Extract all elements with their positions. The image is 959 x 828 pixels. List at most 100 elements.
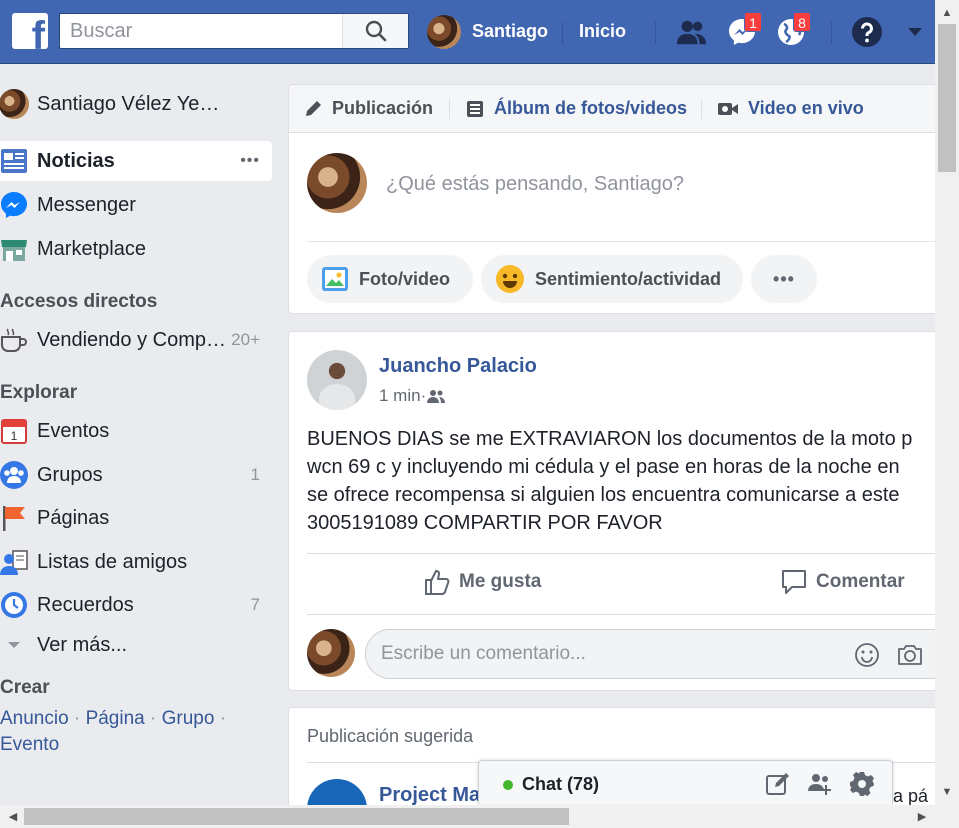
create-page-link[interactable]: Página xyxy=(86,708,145,729)
user-avatar xyxy=(307,153,367,213)
messenger-icon[interactable]: 1 xyxy=(726,12,762,48)
messenger-badge: 1 xyxy=(744,12,762,32)
comment-input[interactable] xyxy=(366,630,826,678)
sidebar-item-label: Grupos xyxy=(37,463,103,486)
memories-icon xyxy=(0,589,30,621)
create-event-link[interactable]: Evento xyxy=(0,734,59,755)
memories-count: 7 xyxy=(250,595,260,614)
chevron-down-icon xyxy=(0,629,30,661)
search-button[interactable] xyxy=(342,14,408,48)
author-avatar[interactable] xyxy=(307,350,367,410)
post-timestamp[interactable]: 1 min xyxy=(379,386,421,406)
vertical-scroll-thumb[interactable] xyxy=(938,24,956,172)
sidebar-item-noticias[interactable]: Noticias ••• xyxy=(0,141,272,181)
vertical-scrollbar[interactable]: ▲ ▼ xyxy=(935,0,959,805)
sidebar-item-label: Eventos xyxy=(37,419,110,442)
chat-bar[interactable]: Chat (78) xyxy=(478,760,893,804)
facebook-logo-icon[interactable]: f xyxy=(12,13,48,49)
more-options-button[interactable]: ••• xyxy=(751,255,817,303)
scrollbar-corner xyxy=(935,805,959,828)
divider xyxy=(831,22,832,44)
sidebar-item-paginas[interactable]: Páginas xyxy=(0,498,272,538)
search-input[interactable] xyxy=(60,14,342,48)
home-link[interactable]: Inicio xyxy=(579,21,626,42)
suggested-page-name[interactable]: Project Ma xyxy=(379,784,480,807)
sidebar-item-label: Listas de amigos xyxy=(37,550,188,573)
camera-icon[interactable] xyxy=(896,642,924,668)
sidebar-item-listas-de-amigos[interactable]: Listas de amigos xyxy=(0,542,272,582)
comment-icon xyxy=(782,570,806,594)
search-box xyxy=(59,13,409,49)
tab-video-en-vivo[interactable]: Video en vivo xyxy=(717,98,864,119)
sidebar-profile-name: Santiago Vélez Ye… xyxy=(37,92,220,115)
dropdown-arrow-icon[interactable] xyxy=(899,16,931,48)
sidebar-profile[interactable]: Santiago Vélez Ye… xyxy=(0,84,272,124)
scroll-left-arrow-icon[interactable]: ◀ xyxy=(2,805,24,828)
divider xyxy=(655,22,656,44)
svg-text:1: 1 xyxy=(11,429,18,443)
pencil-icon xyxy=(306,100,321,116)
top-navigation-bar: f Santiago Inicio 1 8 xyxy=(0,0,935,64)
explore-heading: Explorar xyxy=(0,382,78,403)
groups-icon xyxy=(0,459,30,491)
scroll-down-arrow-icon[interactable]: ▼ xyxy=(935,781,959,803)
feed-post: Juancho Palacio 1 min · BUENOS DIAS se m… xyxy=(288,331,959,691)
tab-album[interactable]: Álbum de fotos/videos xyxy=(465,98,687,119)
post-text-line: 3005191089 COMPARTIR POR FAVOR xyxy=(307,512,663,534)
coffee-cup-icon xyxy=(0,324,30,356)
horizontal-scroll-thumb[interactable] xyxy=(24,808,569,825)
composer-prompt[interactable]: ¿Qué estás pensando, Santiago? xyxy=(386,173,684,196)
user-avatar[interactable] xyxy=(427,15,461,49)
post-composer: Publicación Álbum de fotos/videos Video … xyxy=(288,84,948,314)
chat-label: Chat (78) xyxy=(522,774,600,794)
notifications-badge: 8 xyxy=(793,12,811,32)
user-avatar xyxy=(307,629,355,677)
create-heading: Crear xyxy=(0,677,50,698)
sidebar-item-label: Messenger xyxy=(37,193,136,216)
emoji-icon[interactable] xyxy=(854,642,880,668)
sidebar-item-label: Vendiendo y Comp… xyxy=(37,328,227,351)
photo-video-button[interactable]: Foto/video xyxy=(307,255,473,303)
feeling-activity-button[interactable]: Sentimiento/actividad xyxy=(481,255,743,303)
create-ad-link[interactable]: Anuncio xyxy=(0,708,69,729)
comment-button[interactable]: Comentar xyxy=(780,568,905,596)
search-icon xyxy=(365,20,386,42)
post-text-line: wcn 69 c y incluyendo mi cédula y el pas… xyxy=(307,456,900,478)
composer-tabs: Publicación Álbum de fotos/videos Video … xyxy=(289,85,947,133)
gear-icon[interactable] xyxy=(849,771,875,797)
sidebar-item-label: Páginas xyxy=(37,506,110,529)
create-group-link[interactable]: Grupo xyxy=(162,708,215,729)
horizontal-scrollbar[interactable]: ◀ ▶ xyxy=(0,805,935,828)
friends-audience-icon xyxy=(427,390,446,403)
smiley-icon xyxy=(495,264,525,294)
sidebar-item-recuerdos[interactable]: Recuerdos 7 xyxy=(0,585,272,625)
groups-count: 1 xyxy=(250,465,260,484)
divider xyxy=(307,553,947,554)
new-message-icon[interactable] xyxy=(765,771,791,797)
create-group-icon[interactable] xyxy=(806,771,834,797)
profile-link[interactable]: Santiago xyxy=(472,21,548,42)
more-options-icon[interactable]: ••• xyxy=(240,152,260,170)
comment-box xyxy=(365,629,959,679)
user-avatar xyxy=(0,88,30,120)
help-icon[interactable] xyxy=(851,16,883,48)
divider xyxy=(307,241,947,242)
video-camera-icon xyxy=(718,102,738,115)
globe-icon[interactable]: 8 xyxy=(775,12,811,48)
tab-publicacion[interactable]: Publicación xyxy=(303,98,433,119)
post-body: BUENOS DIAS se me EXTRAVIARON los docume… xyxy=(307,425,947,537)
sidebar-item-marketplace[interactable]: Marketplace xyxy=(0,229,272,269)
calendar-icon: 1 xyxy=(0,415,30,447)
see-more-link[interactable]: Ver más... xyxy=(0,625,272,665)
sidebar-item-shortcut[interactable]: Vendiendo y Comp… 20+ xyxy=(0,320,272,360)
online-status-icon xyxy=(503,780,513,790)
sidebar-item-messenger[interactable]: Messenger xyxy=(0,185,272,225)
like-button[interactable]: Me gusta xyxy=(423,568,541,596)
scroll-up-arrow-icon[interactable]: ▲ xyxy=(935,2,959,24)
news-feed-icon xyxy=(0,145,30,177)
friends-icon[interactable] xyxy=(676,16,708,48)
scroll-right-arrow-icon[interactable]: ▶ xyxy=(911,805,933,828)
sidebar-item-eventos[interactable]: 1 Eventos xyxy=(0,411,272,451)
sidebar-item-grupos[interactable]: Grupos 1 xyxy=(0,455,272,495)
post-author-name[interactable]: Juancho Palacio xyxy=(379,355,537,378)
